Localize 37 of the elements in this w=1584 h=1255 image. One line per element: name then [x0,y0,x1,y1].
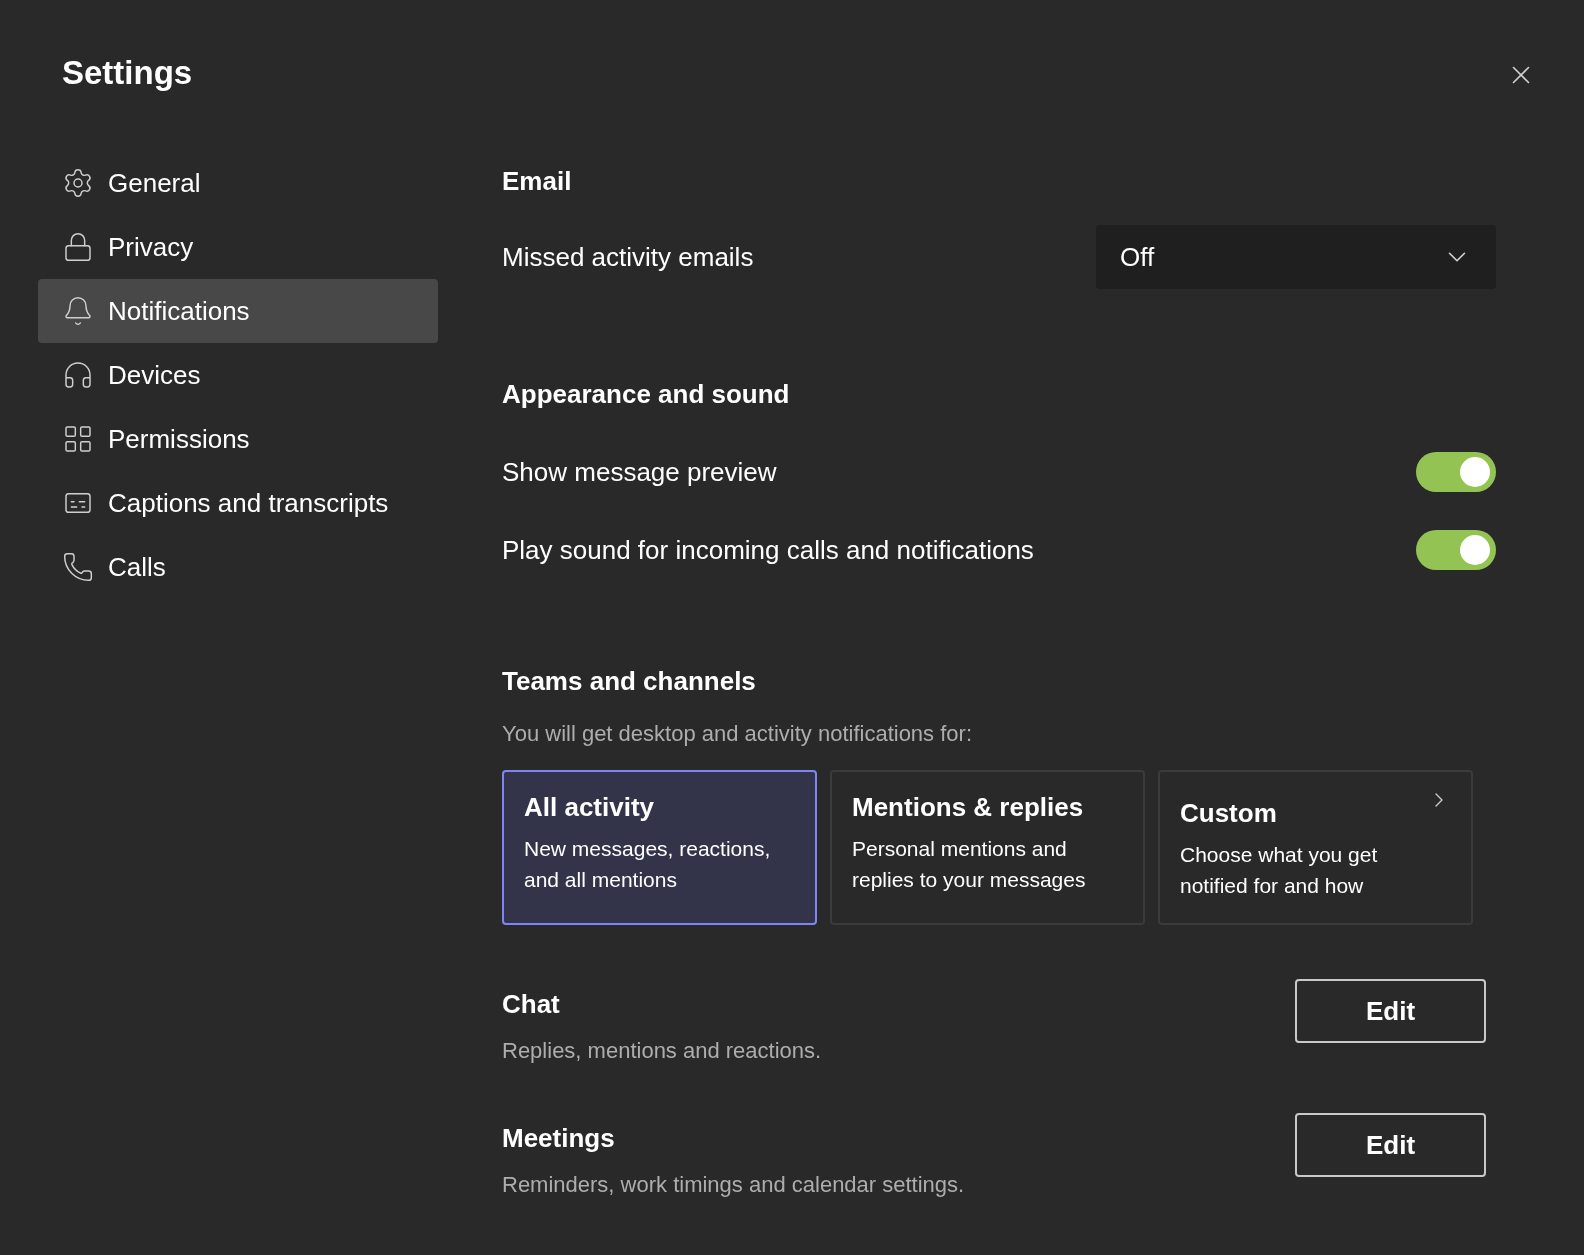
option-card[interactable]: Custom Choose what you get notified for and how [1158,770,1473,925]
card-title: Custom [1180,797,1277,830]
card-description: Personal mentions and replies to your messages [852,836,1087,893]
section-heading: Chat [502,988,561,1021]
section-heading: Teams and channels [502,665,756,698]
section-description: Replies, mentions and reactions. [502,1037,822,1065]
section-heading: Email [502,165,572,198]
setting-label: Show message preview [502,455,777,489]
sidebar-item[interactable]: General [38,151,438,216]
section-heading: Meetings [502,1122,616,1155]
settings-title: Settings [62,53,193,93]
card-description: Choose what you get notified for and how [1180,842,1379,899]
setting-label: Missed activity emails [502,240,754,274]
setting-label: Play sound for incoming calls and notifications [502,533,1034,567]
bell-icon [62,295,94,328]
toggle-switch[interactable] [1416,452,1496,492]
dropdown[interactable]: Off [1096,225,1496,289]
sidebar-item[interactable]: Permissions [38,407,438,472]
phone-icon [62,551,94,584]
sidebar-item[interactable]: Privacy [38,215,438,280]
sidebar-item[interactable]: Captions and transcripts [38,471,438,536]
sidebar-item[interactable]: Devices [38,343,438,408]
sidebar-item[interactable]: Notifications [38,279,438,344]
edit-button[interactable]: Edit [1295,1113,1486,1177]
card-title: Mentions & replies [852,791,1084,824]
option-card[interactable]: Mentions & replies Personal mentions and replies to your messages [830,770,1145,925]
section-heading: Appearance and sound [502,378,790,411]
card-description: New messages, reactions, and all mentions [524,836,772,893]
lock-icon [62,231,94,264]
card-title: All activity [524,791,655,824]
toggle-switch[interactable] [1416,530,1496,570]
sidebar-item[interactable]: Calls [38,535,438,600]
section-description: Reminders, work timings and calendar settings. [502,1171,965,1199]
settings-icon [62,167,94,200]
edit-button[interactable]: Edit [1295,979,1486,1043]
option-card[interactable]: All activity New messages, reactions, and all mentions [502,770,817,925]
section-description: You will get desktop and activity notifications for: [502,720,972,748]
